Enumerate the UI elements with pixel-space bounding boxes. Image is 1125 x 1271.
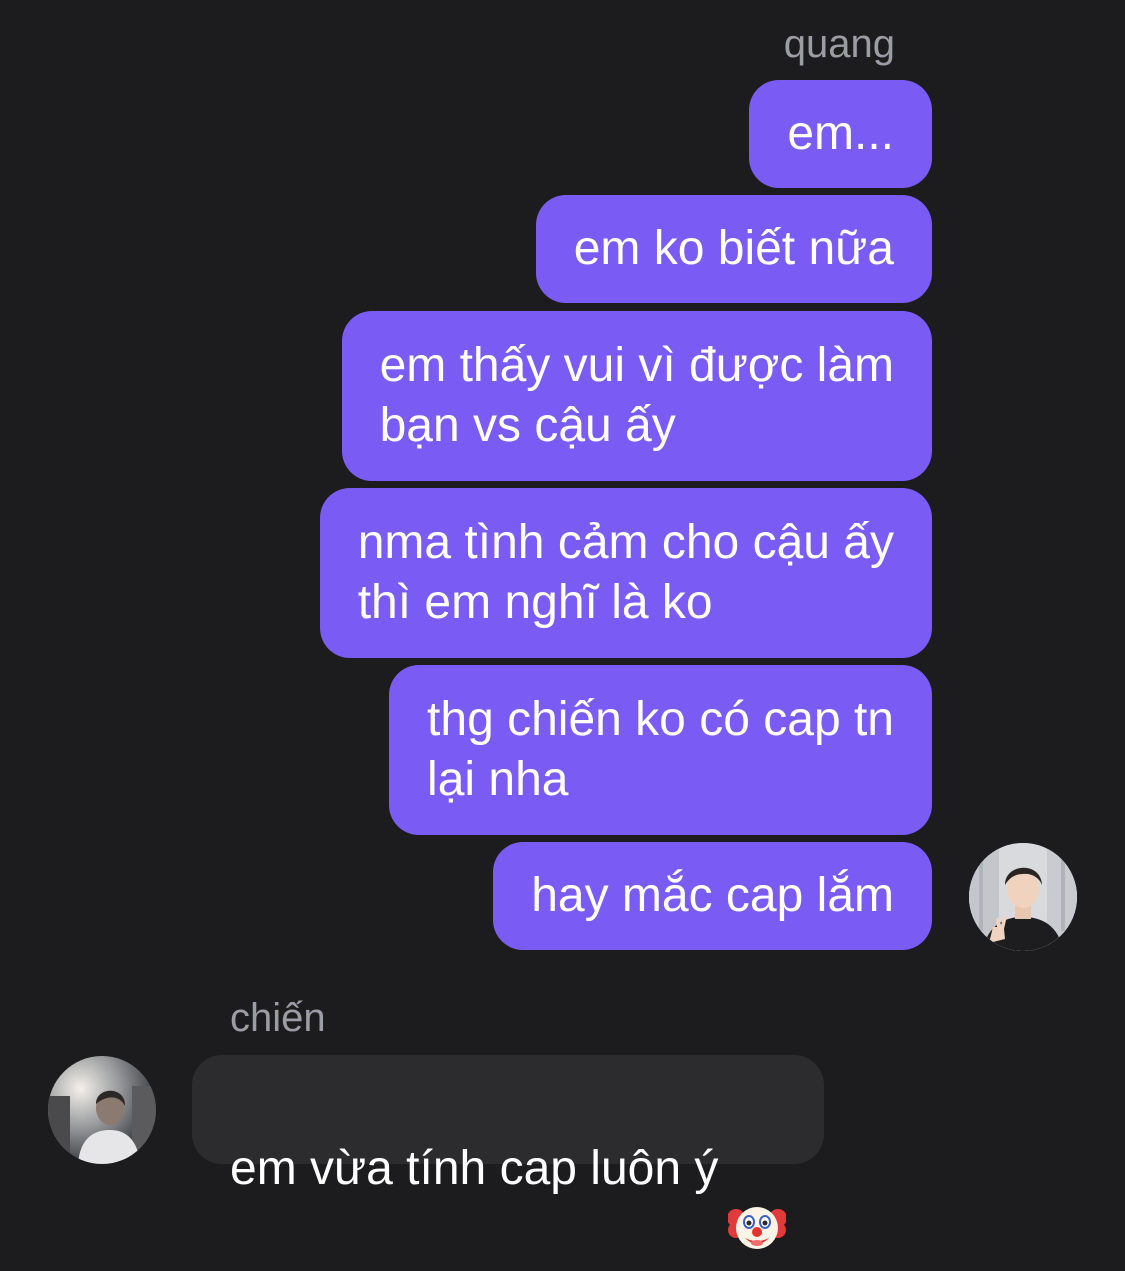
message-bubble-outgoing[interactable]: thg chiến ko có cap tn lại nha	[389, 665, 932, 835]
sender-name-quang: quang	[783, 22, 895, 66]
message-bubble-incoming[interactable]: em vừa tính cap luôn ý	[192, 1055, 825, 1250]
avatar-quang[interactable]	[969, 843, 1077, 951]
message-bubble-outgoing[interactable]: em thấy vui vì được làm bạn vs cậu ấy	[341, 311, 932, 481]
avatar-chien[interactable]	[48, 1056, 156, 1164]
avatar-photo-icon	[969, 843, 1077, 951]
sender-name-chien: chiến	[230, 996, 326, 1040]
message-bubble-outgoing[interactable]: nma tình cảm cho cậu ấy thì em nghĩ là k…	[319, 488, 932, 658]
message-bubble-outgoing[interactable]: em...	[749, 80, 932, 188]
message-bubble-outgoing[interactable]: hay mắc cap lắm	[493, 842, 932, 950]
message-bubble-outgoing[interactable]: em ko biết nữa	[535, 195, 932, 303]
clown-face-emoji	[727, 1138, 788, 1250]
message-text: em vừa tính cap luôn ý	[230, 1142, 719, 1195]
avatar-photo-icon	[48, 1056, 156, 1164]
clown-face-icon	[727, 1207, 788, 1250]
